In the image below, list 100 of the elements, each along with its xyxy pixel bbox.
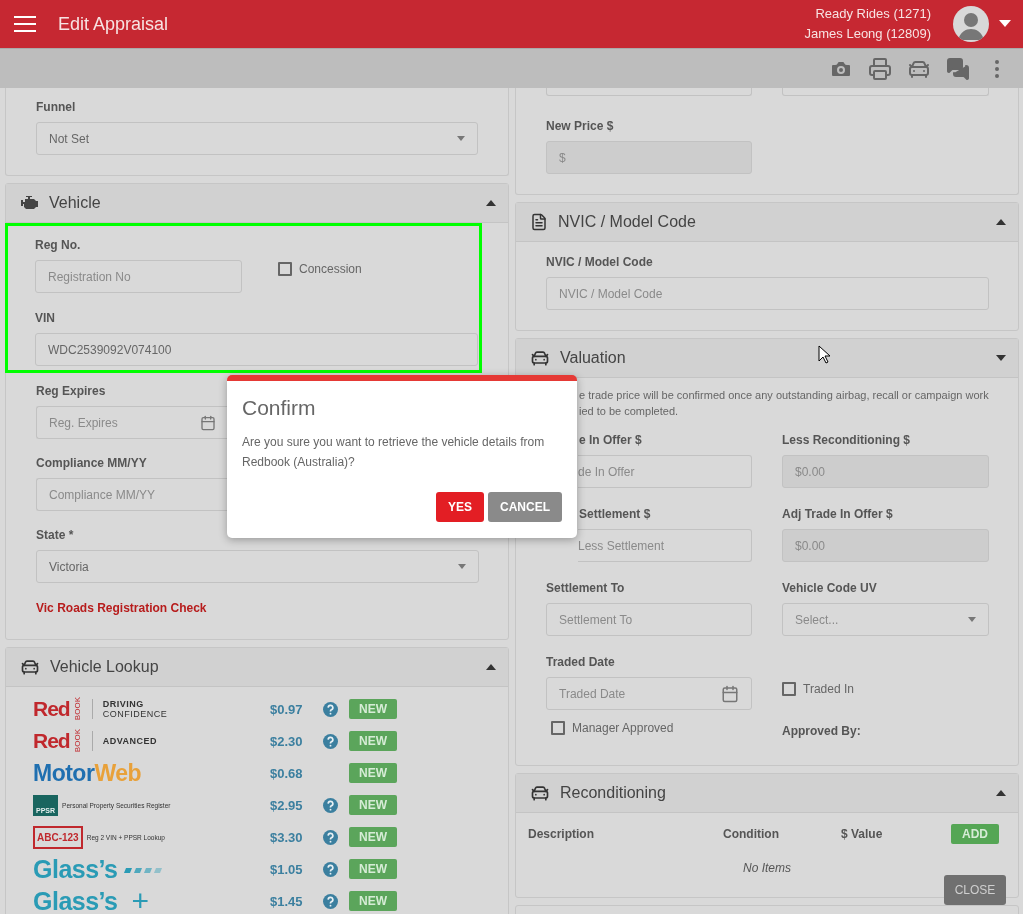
caret-icon[interactable] [996,355,1006,361]
field-label: Compliance MM/YY [36,456,147,470]
field-label: State * [36,528,74,542]
valuation-note: e trade price will be confirmed once any outstanding airbag, recall or campaign work [578,388,988,403]
field-label: Adj Trade In Offer $ [782,507,893,521]
text-input[interactable] [782,88,989,96]
pointer-icon [818,345,832,365]
cancel-button[interactable]: CANCEL [488,492,562,522]
vin-input[interactable]: WDC2539092V074100 [35,333,478,366]
checkbox[interactable] [782,682,796,696]
printer-icon[interactable] [868,56,892,81]
section-title: Reconditioning [560,784,666,802]
valuation-note: ied to be completed. [578,404,680,419]
redbook-logo: Red BOOK ADVANCED [33,728,159,755]
state-select[interactable]: Victoria [36,550,479,583]
menu-icon[interactable] [14,16,36,32]
checkbox[interactable] [551,721,565,735]
section-title: Vehicle [49,194,101,212]
field-label: Approved By: [782,724,861,738]
funnel-select[interactable]: Not Set [36,122,478,155]
new-badge[interactable]: NEW [349,763,397,783]
car-icon [530,348,550,368]
field-label: Reg No. [35,238,81,252]
price: $1.05 [270,861,304,877]
price: $3.30 [270,829,304,845]
reg-expires-input[interactable]: Reg. Expires [36,406,228,439]
field-label: Settlement $ [579,507,651,521]
dialog-message: Are you sure you want to retrieve the vehicle details from Redbook (Australia)? [242,434,546,471]
field-label: New Price $ [546,119,614,133]
new-badge[interactable]: NEW [349,731,397,751]
field-label: Funnel [36,100,76,114]
date-input[interactable]: Traded Date [546,677,752,710]
dialog-title: Confirm [242,396,316,420]
caret-icon[interactable] [486,200,496,206]
price: $2.30 [270,733,304,749]
field-label: Less Reconditioning $ [782,433,910,447]
field-label: Reg Expires [36,384,106,398]
text-input[interactable] [546,88,752,96]
checkbox-label: Manager Approved [572,721,674,735]
field-label: Traded Date [546,655,615,669]
field-label: VIN [35,311,55,325]
redbook-logo: Red BOOK DRIVING CONFIDENCE [33,696,169,723]
checkbox-label: Traded In [803,682,854,696]
help-icon[interactable] [323,701,338,717]
engine-icon [20,195,39,211]
empty-message: No Items [743,861,791,875]
help-icon[interactable] [323,893,338,909]
new-badge[interactable]: NEW [349,699,397,719]
nvic-input[interactable]: NVIC / Model Code [546,277,989,310]
new-price-input[interactable]: $ [546,141,752,174]
document-icon [530,213,548,231]
help-icon[interactable] [323,829,338,845]
column-header: $ Value [841,827,884,841]
caret-icon[interactable] [996,790,1006,796]
field-label: NVIC / Model Code [546,255,653,269]
close-button[interactable]: CLOSE [944,875,1006,905]
caret-icon[interactable] [996,219,1006,225]
compliance-input[interactable]: Compliance MM/YY [36,478,228,511]
price: $1.45 [270,893,304,909]
caret-icon[interactable] [486,664,496,670]
car-icon [530,783,550,803]
column-header: Condition [723,827,780,841]
checkbox[interactable] [278,262,292,276]
glass-logo: Glass’s [33,855,270,883]
checkbox-label: Concession [299,262,362,276]
glass-logo: Glass’s + [33,887,151,914]
add-button[interactable]: ADD [951,824,999,844]
section-title: NVIC / Model Code [558,213,696,231]
chat-icon[interactable] [946,56,970,81]
text-input[interactable]: de In Offer [578,455,752,488]
new-badge[interactable]: NEW [349,891,397,911]
new-badge[interactable]: NEW [349,827,397,847]
reg-input[interactable]: Registration No [35,260,242,293]
price: $0.68 [270,765,304,781]
yes-button[interactable]: YES [436,492,484,522]
column-header: Description [528,827,595,841]
field-label: e In Offer $ [579,433,642,447]
help-icon[interactable] [323,797,338,813]
user-name: James Leong (12809) [804,25,931,43]
section-title: Vehicle Lookup [50,658,159,676]
text-input[interactable]: Settlement To [546,603,752,636]
page-title: Edit Appraisal [58,13,170,35]
help-icon[interactable] [323,733,338,749]
new-badge[interactable]: NEW [349,795,397,815]
calendar-icon[interactable] [721,684,739,703]
new-badge[interactable]: NEW [349,859,397,879]
field-label: Vehicle Code UV [782,581,877,595]
registration-check-link[interactable]: Vic Roads Registration Check [36,601,207,615]
motorweb-logo: MotorWeb [33,759,142,787]
section-title: Valuation [560,349,626,367]
select-field[interactable]: Select... [782,603,989,636]
dealer-name: Ready Rides (1271) [815,5,931,23]
text-input[interactable]: Less Settlement [578,529,752,562]
price: $0.97 [270,701,304,717]
caret-icon[interactable] [999,20,1011,28]
help-icon[interactable] [323,861,338,877]
avatar[interactable] [953,6,989,42]
calendar-icon[interactable] [200,414,216,431]
price: $2.95 [270,797,304,813]
field-label: Settlement To [546,581,625,595]
